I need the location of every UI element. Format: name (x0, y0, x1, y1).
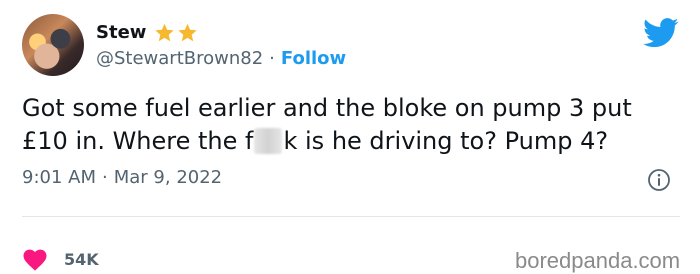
tweet-text-line-2-end: k is he driving to? Pump 4? (283, 127, 609, 155)
censor-blur (254, 128, 283, 154)
tweet-text-line-2-start: £10 in. Where the f (22, 127, 254, 155)
author-badges (154, 22, 198, 43)
tweet-text-line-2: £10 in. Where the f k is he driving to? P… (22, 125, 682, 158)
tweet-date: Mar 9, 2022 (113, 167, 223, 188)
author-handle[interactable]: @StewartBrown82 (96, 48, 263, 69)
star-icon (178, 23, 198, 41)
info-icon[interactable] (647, 168, 671, 192)
heart-icon (23, 249, 47, 271)
tweet-time: 9:01 AM (22, 167, 96, 188)
avatar[interactable] (22, 14, 84, 76)
likes-count: 54K (64, 250, 99, 269)
author-handle-row: @StewartBrown82 · Follow (96, 48, 346, 69)
tweet-timestamp[interactable]: 9:01 AM · Mar 9, 2022 (22, 167, 222, 188)
author-name[interactable]: Stew (96, 22, 146, 43)
author-name-row: Stew (96, 18, 198, 46)
tweet-text: Got some fuel earlier and the bloke on p… (22, 92, 682, 158)
twitter-bird-icon[interactable] (643, 18, 679, 48)
tweet-text-line-1: Got some fuel earlier and the bloke on p… (22, 94, 632, 122)
separator-dot: · (269, 48, 275, 69)
star-icon (155, 23, 175, 41)
divider (22, 216, 680, 217)
meta-separator: · (102, 167, 108, 188)
follow-button[interactable]: Follow (281, 48, 346, 69)
watermark: boredpanda.com (515, 248, 681, 273)
likes-button[interactable]: 54K (22, 248, 99, 271)
